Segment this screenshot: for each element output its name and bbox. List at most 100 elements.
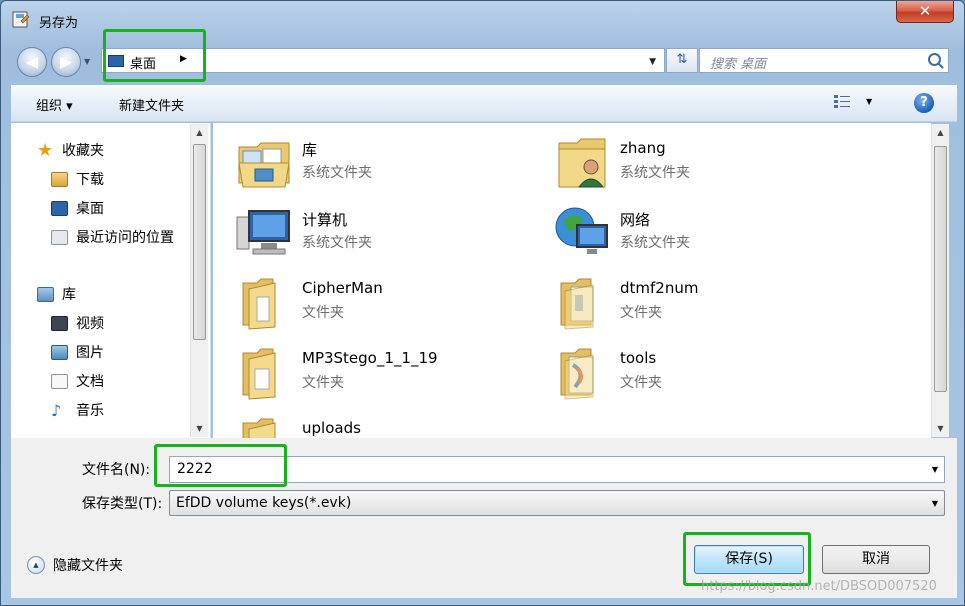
file-item[interactable]: CipherMan 文件夹: [213, 271, 513, 335]
scroll-down-icon[interactable]: ▼: [191, 420, 208, 437]
save-type-value: EfDD volume keys(*.evk): [176, 495, 352, 511]
navigation-pane: ★ 收藏夹 下载 桌面 最近访问的位置 库 视频 图片 文档 ♪ 音乐: [11, 123, 211, 438]
music-note-icon: ♪: [51, 400, 62, 420]
file-item[interactable]: uploads: [213, 411, 513, 438]
new-folder-button[interactable]: 新建文件夹: [119, 95, 184, 114]
document-icon: [51, 373, 68, 389]
file-item[interactable]: 计算机 系统文件夹: [213, 201, 513, 265]
file-name: tools: [620, 349, 657, 367]
folder-icon: [242, 418, 276, 438]
save-dialog-icon: [12, 11, 30, 28]
nav-scrollbar[interactable]: ▲ ▼: [190, 124, 208, 437]
file-item[interactable]: 网络 系统文件夹: [531, 201, 831, 265]
refresh-icon: ⇅: [676, 52, 688, 67]
close-icon: ✕: [918, 2, 932, 20]
nav-item-label: 音乐: [76, 403, 104, 419]
file-type: 系统文件夹: [302, 165, 372, 181]
file-type: 文件夹: [620, 375, 662, 391]
scroll-down-icon[interactable]: ▼: [932, 420, 949, 437]
nav-item-pictures[interactable]: 图片: [51, 341, 104, 363]
file-item[interactable]: zhang 系统文件夹: [531, 131, 831, 195]
nav-item-videos[interactable]: 视频: [51, 312, 104, 334]
help-button[interactable]: ?: [914, 93, 934, 113]
chevron-down-icon[interactable]: ▼: [932, 499, 938, 508]
arrow-left-icon: ◀: [25, 52, 39, 71]
file-name: zhang: [620, 139, 666, 157]
recent-places-icon: [51, 229, 68, 245]
file-item[interactable]: 库 系统文件夹: [213, 131, 513, 195]
command-toolbar: 组织 ▾ 新建文件夹 ▼ ?: [11, 85, 957, 122]
desktop-icon: [51, 200, 68, 216]
cancel-button[interactable]: 取消: [822, 545, 930, 574]
save-type-label: 保存类型(T):: [82, 496, 163, 512]
file-type: 系统文件夹: [302, 235, 372, 251]
nav-item-label: 桌面: [76, 201, 104, 217]
refresh-button[interactable]: ⇅: [666, 48, 698, 73]
file-item[interactable]: tools 文件夹: [531, 341, 831, 405]
nav-favorites[interactable]: ★ 收藏夹: [37, 139, 104, 161]
nav-libraries-label: 库: [62, 287, 76, 303]
file-name: uploads: [302, 419, 361, 437]
nav-item-recent-places[interactable]: 最近访问的位置: [51, 226, 174, 248]
folder-icon: [242, 278, 276, 330]
hide-folders-toggle[interactable]: ▲ 隐藏文件夹: [27, 555, 123, 575]
library-icon: [238, 142, 290, 188]
highlight-save: [683, 532, 811, 586]
nav-item-label: 最近访问的位置: [76, 230, 174, 246]
file-type: 文件夹: [302, 375, 344, 391]
forward-button[interactable]: ▶: [51, 47, 81, 77]
scrollbar-thumb[interactable]: [934, 146, 947, 392]
nav-item-documents[interactable]: 文档: [51, 370, 104, 392]
file-type: 文件夹: [620, 305, 662, 321]
folder-icon: [560, 278, 594, 330]
folder-icon: [560, 348, 594, 400]
chevron-down-icon[interactable]: ▼: [932, 465, 938, 474]
scroll-up-icon[interactable]: ▲: [191, 124, 208, 141]
recent-locations-dropdown-icon[interactable]: ▼: [84, 57, 90, 66]
chevron-up-icon: ▲: [27, 556, 45, 574]
arrow-right-icon: ▶: [59, 52, 73, 71]
file-list-scrollbar[interactable]: ▲ ▼: [931, 124, 949, 437]
file-type: 系统文件夹: [620, 165, 690, 181]
nav-item-downloads[interactable]: 下载: [51, 168, 104, 190]
video-icon: [51, 315, 68, 331]
chevron-down-icon[interactable]: ▼: [649, 57, 656, 67]
nav-item-label: 文档: [76, 374, 104, 390]
file-list: 库 系统文件夹 zhang 系统文件夹 计算机 系统文件夹 网络 系统文件夹 C…: [213, 123, 931, 438]
search-input[interactable]: 搜索 桌面: [699, 48, 949, 73]
close-button[interactable]: ✕: [896, 1, 954, 23]
view-dropdown-icon[interactable]: ▼: [866, 97, 872, 106]
highlight-filename: [154, 444, 287, 487]
star-icon: ★: [37, 139, 54, 161]
file-name: 库: [302, 141, 318, 159]
downloads-folder-icon: [51, 171, 68, 187]
file-name: dtmf2num: [620, 279, 699, 297]
file-type: 文件夹: [302, 305, 344, 321]
file-item[interactable]: MP3Stego_1_1_19 文件夹: [213, 341, 513, 405]
nav-item-desktop[interactable]: 桌面: [51, 197, 104, 219]
nav-libraries[interactable]: 库: [37, 283, 76, 305]
file-type: 系统文件夹: [620, 235, 690, 251]
nav-item-label: 图片: [76, 345, 104, 361]
library-icon: [37, 286, 54, 302]
file-item[interactable]: dtmf2num 文件夹: [531, 271, 831, 335]
save-type-select[interactable]: EfDD volume keys(*.evk) ▼: [169, 490, 945, 516]
back-button[interactable]: ◀: [17, 47, 47, 77]
nav-item-label: 下载: [76, 172, 104, 188]
picture-icon: [51, 344, 68, 360]
scroll-up-icon[interactable]: ▲: [932, 124, 949, 141]
file-name: 计算机: [302, 211, 348, 229]
organize-button[interactable]: 组织 ▾: [36, 95, 73, 114]
nav-item-music[interactable]: ♪ 音乐: [51, 399, 104, 421]
nav-favorites-label: 收藏夹: [62, 143, 104, 159]
scrollbar-thumb[interactable]: [193, 144, 206, 340]
search-icon[interactable]: [928, 53, 941, 66]
search-placeholder: 搜索 桌面: [710, 57, 767, 72]
computer-icon: [236, 210, 290, 255]
highlight-address: [103, 29, 206, 82]
filename-label: 文件名(N):: [82, 462, 151, 478]
view-options-icon[interactable]: [834, 95, 850, 109]
file-name: CipherMan: [302, 279, 383, 297]
network-icon: [555, 207, 608, 254]
user-folder-icon: [558, 138, 606, 188]
